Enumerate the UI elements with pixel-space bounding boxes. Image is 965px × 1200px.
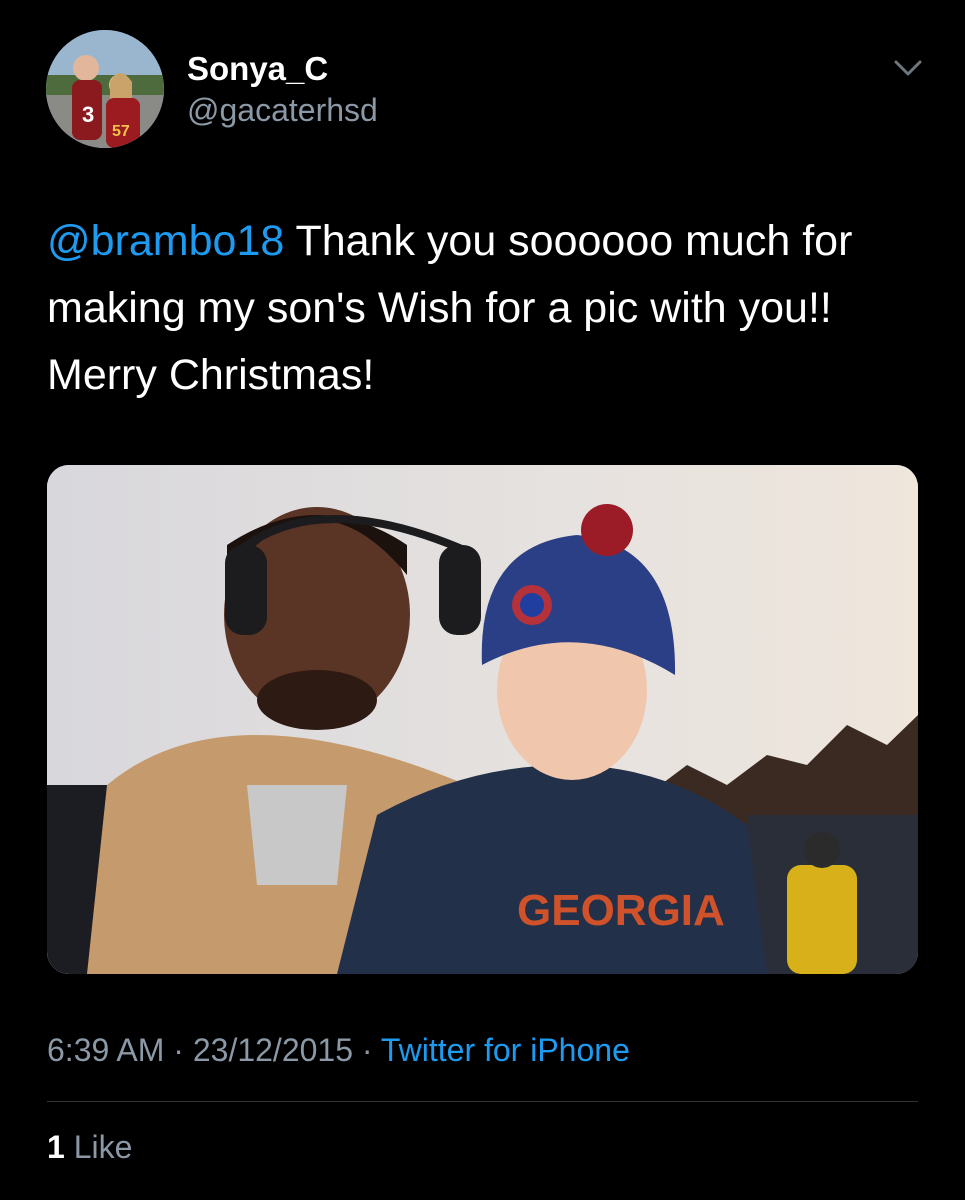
user-handle[interactable]: @gacaterhsd [187,92,378,129]
tweet-photo[interactable]: GEORGIA [47,465,918,974]
tweet-time[interactable]: 6:39 AM [47,1032,164,1068]
like-label: Like [73,1129,133,1165]
photo-image: GEORGIA [47,465,918,974]
tweet-date[interactable]: 23/12/2015 [193,1032,353,1068]
svg-text:57: 57 [112,123,130,140]
like-count: 1 [47,1129,65,1165]
chevron-down-icon[interactable] [888,52,928,86]
tweet-text: @brambo18 Thank you soooooo much for mak… [47,208,927,409]
display-name[interactable]: Sonya_C [187,50,328,88]
tweet-source-link[interactable]: Twitter for iPhone [381,1032,630,1068]
avatar[interactable]: 3 57 [46,30,164,148]
tweet-meta: 6:39 AM · 23/12/2015 · Twitter for iPhon… [47,1032,630,1069]
meta-separator: · [173,1032,184,1068]
meta-separator: · [361,1032,373,1068]
svg-text:3: 3 [82,102,94,127]
mention-link[interactable]: @brambo18 [47,217,284,265]
likes-stat[interactable]: 1 Like [47,1129,132,1166]
avatar-photo: 3 57 [46,30,164,148]
divider [47,1101,918,1102]
svg-text:GEORGIA: GEORGIA [517,886,725,935]
